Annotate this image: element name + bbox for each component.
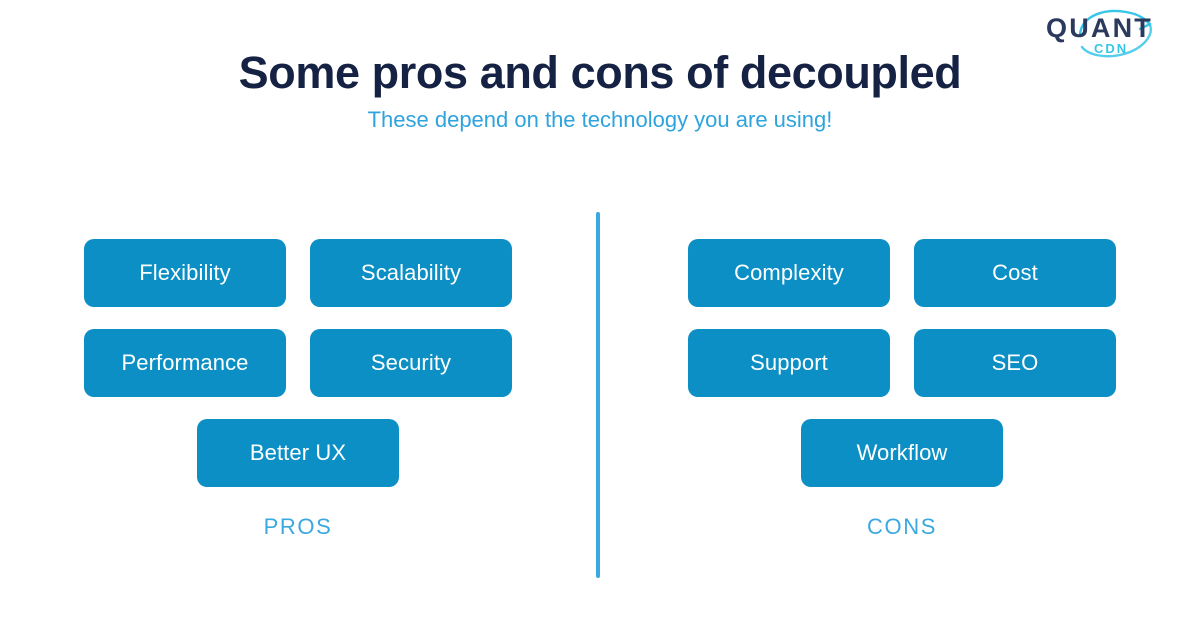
cons-row-2: Support SEO <box>688 329 1116 397</box>
logo-wordmark: QUANT <box>1046 13 1153 43</box>
page-subtitle: These depend on the technology you are u… <box>367 107 833 133</box>
pros-row-3: Better UX <box>197 419 399 487</box>
heading-block: Some pros and cons of decoupled These de… <box>0 47 1200 134</box>
pros-cons-columns: Flexibility Scalability Performance Secu… <box>0 212 1200 582</box>
pros-column: Flexibility Scalability Performance Secu… <box>0 212 596 582</box>
cons-label: CONS <box>867 514 937 539</box>
pill-cost[interactable]: Cost <box>914 239 1116 307</box>
pill-support[interactable]: Support <box>688 329 890 397</box>
pill-performance[interactable]: Performance <box>84 329 286 397</box>
pill-scalability[interactable]: Scalability <box>310 239 512 307</box>
pros-row-1: Flexibility Scalability <box>84 239 512 307</box>
cons-pill-grid: Complexity Cost Support SEO Workflow <box>688 239 1116 487</box>
slide-canvas: QUANT CDN Some pros and cons of decouple… <box>0 0 1200 630</box>
pill-complexity[interactable]: Complexity <box>688 239 890 307</box>
cons-row-3: Workflow <box>801 419 1003 487</box>
pill-security[interactable]: Security <box>310 329 512 397</box>
pill-workflow[interactable]: Workflow <box>801 419 1003 487</box>
cons-column: Complexity Cost Support SEO Workflow CON… <box>600 212 1200 582</box>
pill-seo[interactable]: SEO <box>914 329 1116 397</box>
pill-better-ux[interactable]: Better UX <box>197 419 399 487</box>
cons-row-1: Complexity Cost <box>688 239 1116 307</box>
pros-pill-grid: Flexibility Scalability Performance Secu… <box>84 239 512 487</box>
page-title: Some pros and cons of decoupled <box>238 47 962 98</box>
pill-flexibility[interactable]: Flexibility <box>84 239 286 307</box>
pros-row-2: Performance Security <box>84 329 512 397</box>
pros-label: PROS <box>263 514 333 539</box>
